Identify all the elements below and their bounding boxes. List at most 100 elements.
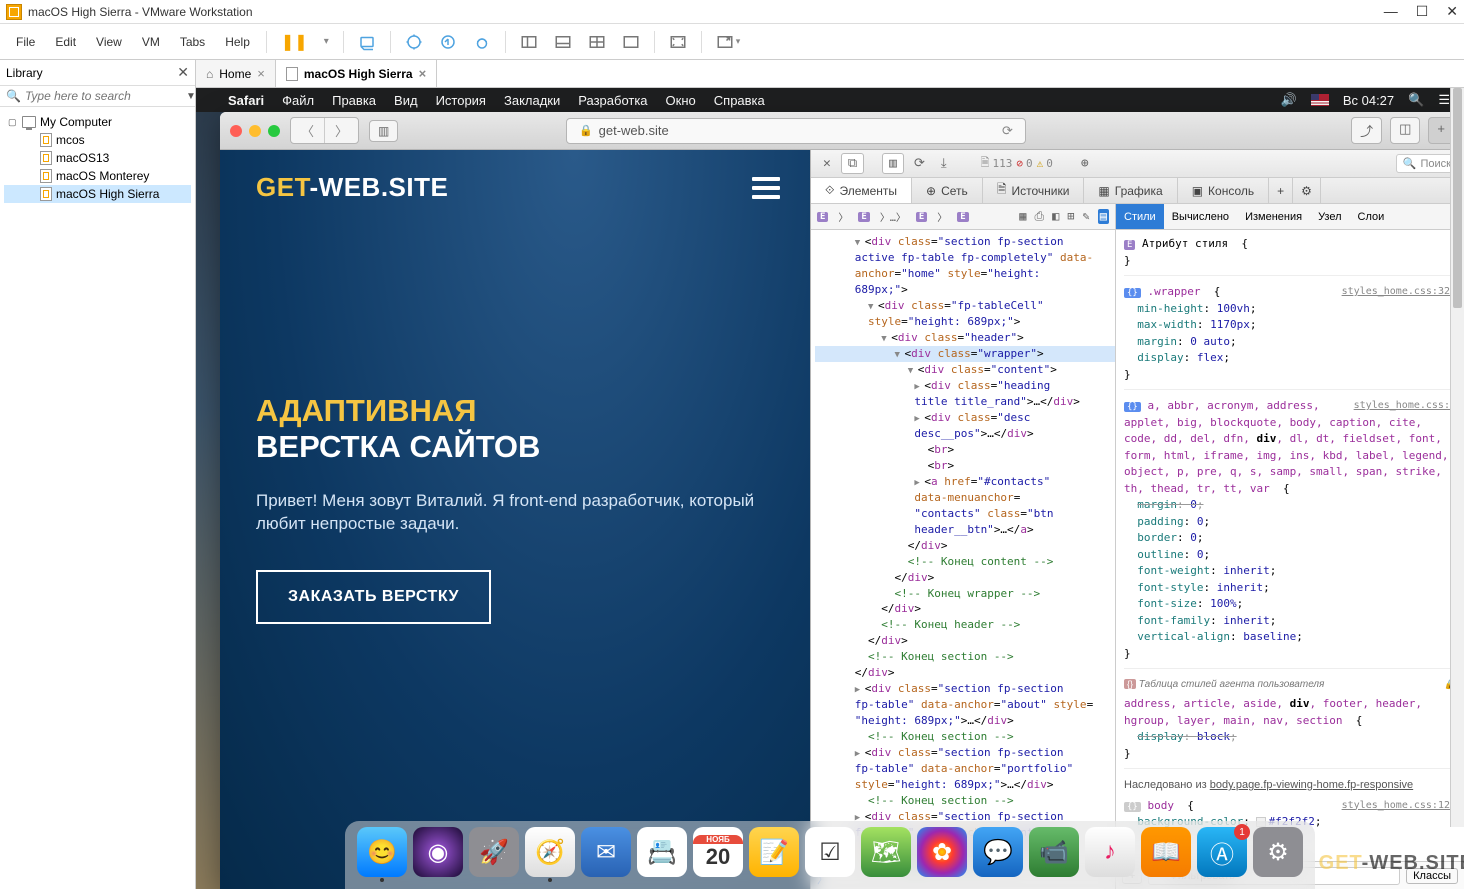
dock-maps-icon[interactable]: 🗺 xyxy=(861,827,911,877)
errors-counter[interactable]: ⊘0 xyxy=(1016,157,1032,170)
styles-tab-node[interactable]: Узел xyxy=(1310,204,1349,229)
tab-add[interactable]: + xyxy=(1269,178,1293,203)
breadcrumb-chip[interactable]: E xyxy=(858,212,869,222)
minimize-button[interactable]: — xyxy=(1384,3,1398,20)
warnings-counter[interactable]: ⚠0 xyxy=(1037,157,1053,170)
maximize-button[interactable]: ☐ xyxy=(1416,3,1429,20)
download-button[interactable]: ⤓ xyxy=(935,153,953,174)
styles-tab-computed[interactable]: Вычислено xyxy=(1164,204,1237,229)
snapshot-button[interactable] xyxy=(352,29,382,55)
breadcrumb-item[interactable]: 〉…〉 xyxy=(876,208,910,225)
layout-grid-button[interactable] xyxy=(582,29,612,55)
input-language-icon[interactable] xyxy=(1311,94,1329,106)
menu-help[interactable]: Справка xyxy=(714,93,765,108)
unity-button[interactable]: ▾ xyxy=(710,29,747,55)
tab-network[interactable]: ⊕Сеть xyxy=(912,178,983,203)
window-close-button[interactable] xyxy=(230,125,242,137)
cta-button[interactable]: ЗАКАЗАТЬ ВЕРСТКУ xyxy=(256,570,491,624)
rule-source-link[interactable]: styles_home.css:1 xyxy=(1354,398,1456,413)
breadcrumb-item[interactable]: 〉 xyxy=(933,208,951,225)
dock-itunes-icon[interactable]: ♪ xyxy=(1085,827,1135,877)
resources-counter[interactable]: 🗎113 xyxy=(981,154,1013,173)
dock-preferences-icon[interactable]: ⚙ xyxy=(1253,827,1303,877)
breadcrumb-item[interactable]: 〉 xyxy=(834,208,852,225)
dock-siri-icon[interactable]: ◉ xyxy=(413,827,463,877)
dock-contacts-icon[interactable]: 📇 xyxy=(637,827,687,877)
tree-vm-monterey[interactable]: macOS Monterey xyxy=(4,167,191,185)
tree-vm-highsierra[interactable]: macOS High Sierra xyxy=(4,185,191,203)
search-dropdown-icon[interactable]: ▼ xyxy=(186,91,196,102)
dock-mail-icon[interactable]: ✉ xyxy=(581,827,631,877)
snapshot-revert-button[interactable] xyxy=(433,29,463,55)
clock[interactable]: Вс 04:27 xyxy=(1343,93,1394,108)
dock-calendar-icon[interactable]: НОЯБ20 xyxy=(693,827,743,877)
volume-icon[interactable]: 🔊 xyxy=(1281,92,1297,108)
sidebar-toggle-button[interactable]: ▥ xyxy=(369,120,398,142)
dock-launchpad-icon[interactable]: 🚀 xyxy=(469,827,519,877)
tab-close-icon[interactable]: × xyxy=(257,66,265,81)
dock-reminders-icon[interactable]: ☑ xyxy=(805,827,855,877)
dock-finder-icon[interactable]: 😊 xyxy=(357,827,407,877)
menu-view[interactable]: Вид xyxy=(394,93,418,108)
tab-elements[interactable]: ⟐Элементы xyxy=(811,178,912,203)
styles-tab-layers[interactable]: Слои xyxy=(1350,204,1393,229)
menu-file[interactable]: File xyxy=(8,31,43,53)
dom-tool-icon[interactable]: ▦ xyxy=(1019,209,1026,224)
dock-ibooks-icon[interactable]: 📖 xyxy=(1141,827,1191,877)
tree-vm-macos13[interactable]: macOS13 xyxy=(4,149,191,167)
tree-vm-mcos[interactable]: mcos xyxy=(4,131,191,149)
dom-tool-icon[interactable]: ◧ xyxy=(1052,209,1059,224)
play-dropdown[interactable]: ▾ xyxy=(318,32,335,51)
devtools-close-button[interactable]: ✕ xyxy=(817,153,837,174)
tab-sources[interactable]: 🗎Источники xyxy=(983,178,1085,203)
tab-console[interactable]: ▣Консоль xyxy=(1178,178,1269,203)
layers-icon[interactable]: ▤ xyxy=(1098,209,1109,224)
rule-source-link[interactable]: styles_home.css:126 xyxy=(1342,798,1456,813)
tab-vm-highsierra[interactable]: macOS High Sierra × xyxy=(276,60,437,87)
menu-tabs[interactable]: Tabs xyxy=(172,31,213,53)
responsive-button[interactable]: ▥ xyxy=(882,153,904,174)
snapshot-take-button[interactable] xyxy=(399,29,429,55)
fullscreen-button[interactable] xyxy=(663,29,693,55)
tabs-overview-button[interactable]: ◫ xyxy=(1390,117,1420,144)
menu-help[interactable]: Help xyxy=(217,31,258,53)
menu-edit[interactable]: Edit xyxy=(47,31,84,53)
dock-button[interactable]: ⧉ xyxy=(841,153,864,174)
library-close-button[interactable]: ✕ xyxy=(177,64,189,81)
menu-window[interactable]: Окно xyxy=(666,93,696,108)
pause-button[interactable]: ❚❚ xyxy=(275,28,314,56)
close-button[interactable]: ✕ xyxy=(1446,3,1458,20)
menu-vm[interactable]: VM xyxy=(134,31,168,53)
layout-single-button[interactable] xyxy=(616,29,646,55)
collapse-icon[interactable]: ▢ xyxy=(8,117,18,128)
menu-develop[interactable]: Разработка xyxy=(578,93,647,108)
reload-button[interactable]: ⟳ xyxy=(908,153,931,174)
menu-edit[interactable]: Правка xyxy=(332,93,376,108)
styles-rules-list[interactable]: E Атрибут стиля {} styles_home.css:323 {… xyxy=(1116,230,1464,861)
snapshot-manage-button[interactable] xyxy=(467,29,497,55)
edit-icon[interactable]: ✎ xyxy=(1083,209,1090,224)
tab-close-icon[interactable]: × xyxy=(419,66,427,81)
dom-tool-icon[interactable]: ⊞ xyxy=(1067,209,1074,224)
app-menu[interactable]: Safari xyxy=(228,93,264,108)
window-minimize-button[interactable] xyxy=(249,125,261,137)
rule-source-link[interactable]: styles_home.css:323 xyxy=(1342,284,1456,299)
tab-home[interactable]: ⌂ Home × xyxy=(196,60,276,87)
library-search-input[interactable] xyxy=(25,89,182,103)
dock-photos-icon[interactable]: ✿ xyxy=(917,827,967,877)
layout-sidebar-button[interactable] xyxy=(514,29,544,55)
forward-button[interactable]: 〉 xyxy=(324,118,358,143)
hamburger-menu-icon[interactable] xyxy=(752,172,780,204)
print-icon[interactable]: ⎙ xyxy=(1034,209,1044,224)
spotlight-icon[interactable]: 🔍 xyxy=(1408,92,1424,108)
breadcrumb-chip[interactable]: E xyxy=(957,212,968,222)
styles-tab-changes[interactable]: Изменения xyxy=(1237,204,1310,229)
share-button[interactable]: ⤴ xyxy=(1351,117,1382,144)
main-scrollbar[interactable] xyxy=(1450,88,1464,827)
dock-facetime-icon[interactable]: 📹 xyxy=(1029,827,1079,877)
menu-bookmarks[interactable]: Закладки xyxy=(504,93,560,108)
reload-icon[interactable]: ⟳ xyxy=(1002,123,1013,139)
back-button[interactable]: 〈 xyxy=(291,118,324,143)
breadcrumb-chip[interactable]: E xyxy=(916,212,927,222)
devtools-search-input[interactable]: 🔍 Поиск xyxy=(1396,154,1458,173)
